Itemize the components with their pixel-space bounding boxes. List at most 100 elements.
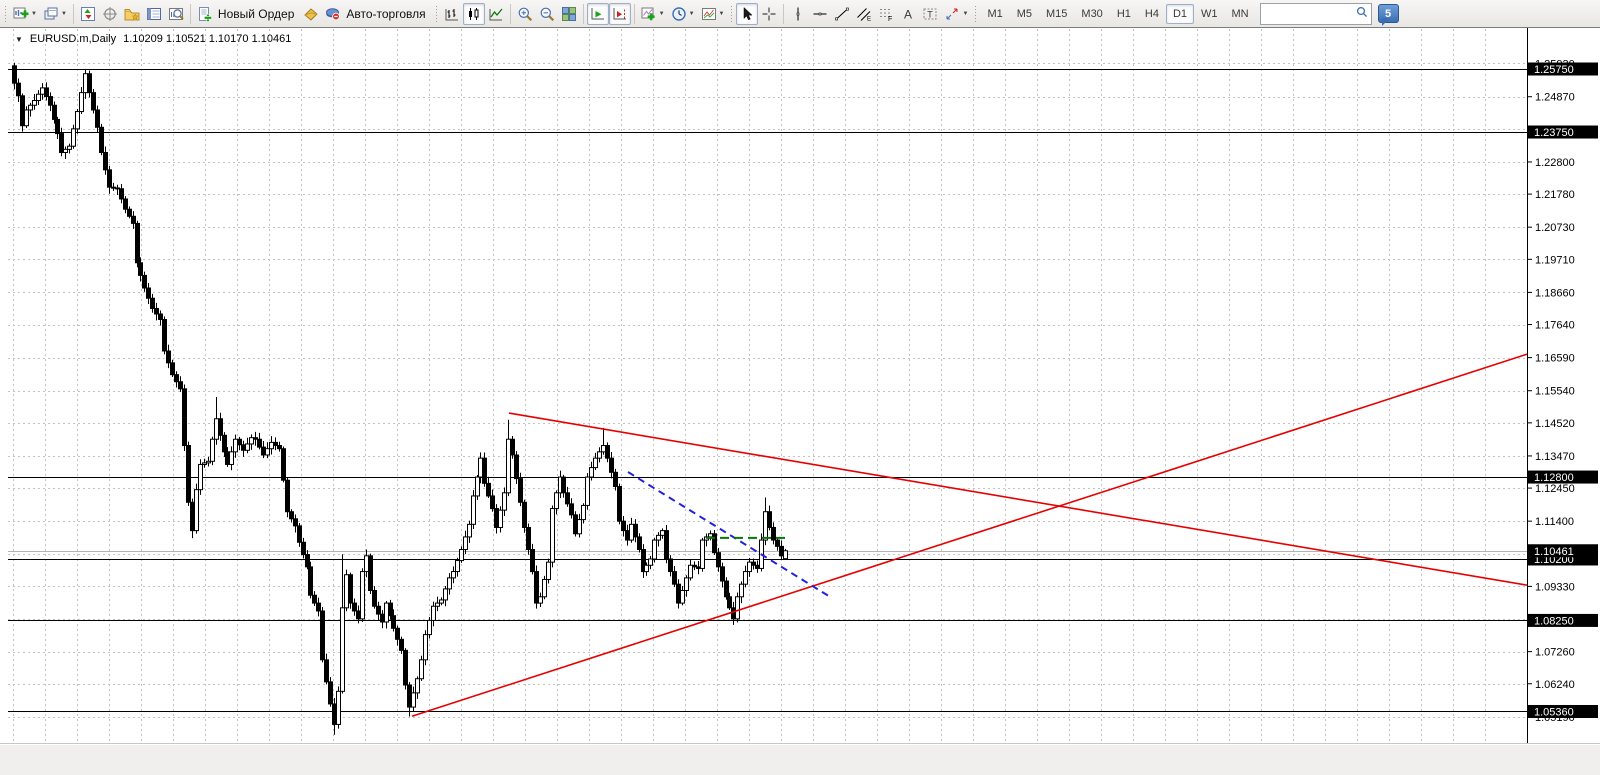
svg-text:1.11400: 1.11400 [1535, 516, 1574, 528]
zoom-out-button[interactable] [536, 3, 558, 25]
tf-button-h4[interactable]: H4 [1138, 4, 1166, 24]
data-window-icon [102, 6, 118, 22]
candlestick-chart-button[interactable] [463, 3, 485, 25]
navigator-icon [124, 6, 140, 22]
equidistant-channel-tool-button[interactable]: E [853, 3, 875, 25]
auto-scroll-icon [590, 6, 606, 22]
main-toolbar: ▼ ▼ Новый Ордер Авто-торговля [0, 0, 1600, 28]
zoom-in-button[interactable] [514, 3, 536, 25]
market-watch-button[interactable] [77, 3, 99, 25]
svg-text:1.10461: 1.10461 [1534, 546, 1574, 558]
chart-ohlc-values: 1.10209 1.10521 1.10170 1.10461 [123, 33, 291, 45]
cursor-tool-button[interactable] [736, 3, 758, 25]
svg-text:E: E [867, 16, 871, 22]
profiles-button[interactable]: ▼ [40, 3, 70, 25]
autotrading-button[interactable]: Авто-торговля [322, 3, 431, 25]
line-chart-button[interactable] [485, 3, 507, 25]
new-order-icon [197, 6, 213, 22]
svg-text:1.06240: 1.06240 [1535, 679, 1575, 691]
svg-text:1.25750: 1.25750 [1534, 64, 1574, 76]
svg-text:1.24870: 1.24870 [1535, 92, 1575, 104]
bar-chart-button[interactable] [441, 3, 463, 25]
svg-text:A: A [904, 7, 912, 21]
templates-button[interactable]: ▼ [698, 3, 728, 25]
chat-badge-count: 5 [1385, 8, 1391, 20]
toolbar-separator [783, 4, 784, 24]
svg-text:1.09330: 1.09330 [1535, 581, 1575, 593]
text-tool-button[interactable]: A [897, 3, 919, 25]
tf-button-w1[interactable]: W1 [1194, 4, 1225, 24]
svg-text:F: F [888, 16, 892, 22]
new-order-button[interactable]: Новый Ордер [194, 3, 300, 25]
svg-text:1.15540: 1.15540 [1535, 386, 1575, 398]
data-window-button[interactable] [99, 3, 121, 25]
tile-windows-icon [561, 6, 577, 22]
toolbar-grip[interactable] [974, 5, 977, 23]
indicators-button[interactable]: ▼ [638, 3, 668, 25]
new-chart-button[interactable]: ▼ [10, 3, 40, 25]
horizontal-line-icon [812, 6, 828, 22]
tf-button-m1[interactable]: M1 [980, 4, 1009, 24]
metaeditor-button[interactable] [300, 3, 322, 25]
bar-chart-icon [444, 6, 460, 22]
one-click-collapse-icon[interactable]: ▼ [15, 35, 23, 44]
crosshair-tool-button[interactable] [758, 3, 780, 25]
arrows-icon [944, 6, 960, 22]
autotrading-label: Авто-торговля [343, 7, 428, 21]
terminal-button[interactable] [143, 3, 165, 25]
tf-button-d1[interactable]: D1 [1166, 4, 1194, 24]
profiles-icon [43, 6, 59, 22]
toolbar-separator [73, 4, 74, 24]
line-chart-icon [488, 6, 504, 22]
autotrading-icon [325, 6, 341, 22]
tf-button-mn[interactable]: MN [1225, 4, 1256, 24]
svg-text:1.22800: 1.22800 [1535, 157, 1575, 169]
periods-icon [671, 6, 687, 22]
trendline-tool-button[interactable] [831, 3, 853, 25]
svg-text:1.05360: 1.05360 [1534, 706, 1574, 718]
tf-button-m15[interactable]: M15 [1039, 4, 1074, 24]
toolbar-grip[interactable] [4, 5, 7, 23]
navigator-button[interactable] [121, 3, 143, 25]
toolbar-separator [583, 4, 584, 24]
chevron-down-icon: ▼ [689, 11, 695, 17]
chart-shift-icon [612, 6, 628, 22]
svg-text:1.16590: 1.16590 [1535, 353, 1575, 365]
svg-text:1.18660: 1.18660 [1535, 287, 1575, 299]
terminal-icon [146, 6, 162, 22]
arrows-tool-button[interactable]: ▼ [941, 3, 971, 25]
tf-button-h1[interactable]: H1 [1110, 4, 1138, 24]
auto-scroll-button[interactable] [587, 3, 609, 25]
vertical-line-tool-button[interactable] [787, 3, 809, 25]
strategy-tester-button[interactable] [165, 3, 187, 25]
chevron-down-icon: ▼ [31, 11, 37, 17]
toolbar-grip[interactable] [730, 5, 733, 23]
svg-text:1.13470: 1.13470 [1535, 451, 1575, 463]
tile-windows-button[interactable] [558, 3, 580, 25]
chevron-down-icon: ▼ [659, 11, 665, 17]
toolbar-separator [634, 4, 635, 24]
tf-button-m5[interactable]: M5 [1010, 4, 1039, 24]
svg-text:1.12800: 1.12800 [1534, 472, 1574, 484]
chevron-down-icon: ▼ [61, 11, 67, 17]
chart-ohlc-header: ▼ EURUSD.m,Daily 1.10209 1.10521 1.10170… [15, 33, 291, 45]
symbol-search [1260, 3, 1372, 25]
search-icon[interactable] [1356, 6, 1368, 18]
strategy-tester-icon [168, 6, 184, 22]
periods-button[interactable]: ▼ [668, 3, 698, 25]
horizontal-line-tool-button[interactable] [809, 3, 831, 25]
zoom-in-icon [517, 6, 533, 22]
chevron-down-icon: ▼ [962, 11, 968, 17]
community-chat-badge[interactable]: 5 [1378, 4, 1399, 23]
price-chart[interactable]: 1.259301.248701.238301.228001.217801.207… [0, 28, 1600, 760]
market-watch-icon [80, 6, 96, 22]
chart-shift-button[interactable] [609, 3, 631, 25]
new-chart-icon [13, 6, 29, 22]
tf-button-m30[interactable]: M30 [1074, 4, 1109, 24]
toolbar-grip[interactable] [435, 5, 438, 23]
text-label-tool-button[interactable]: T [919, 3, 941, 25]
fibonacci-tool-button[interactable]: F [875, 3, 897, 25]
trendline-icon [834, 6, 850, 22]
text-icon: A [900, 6, 916, 22]
chart-window: ▼ EURUSD.m,Daily 1.10209 1.10521 1.10170… [0, 28, 1600, 760]
